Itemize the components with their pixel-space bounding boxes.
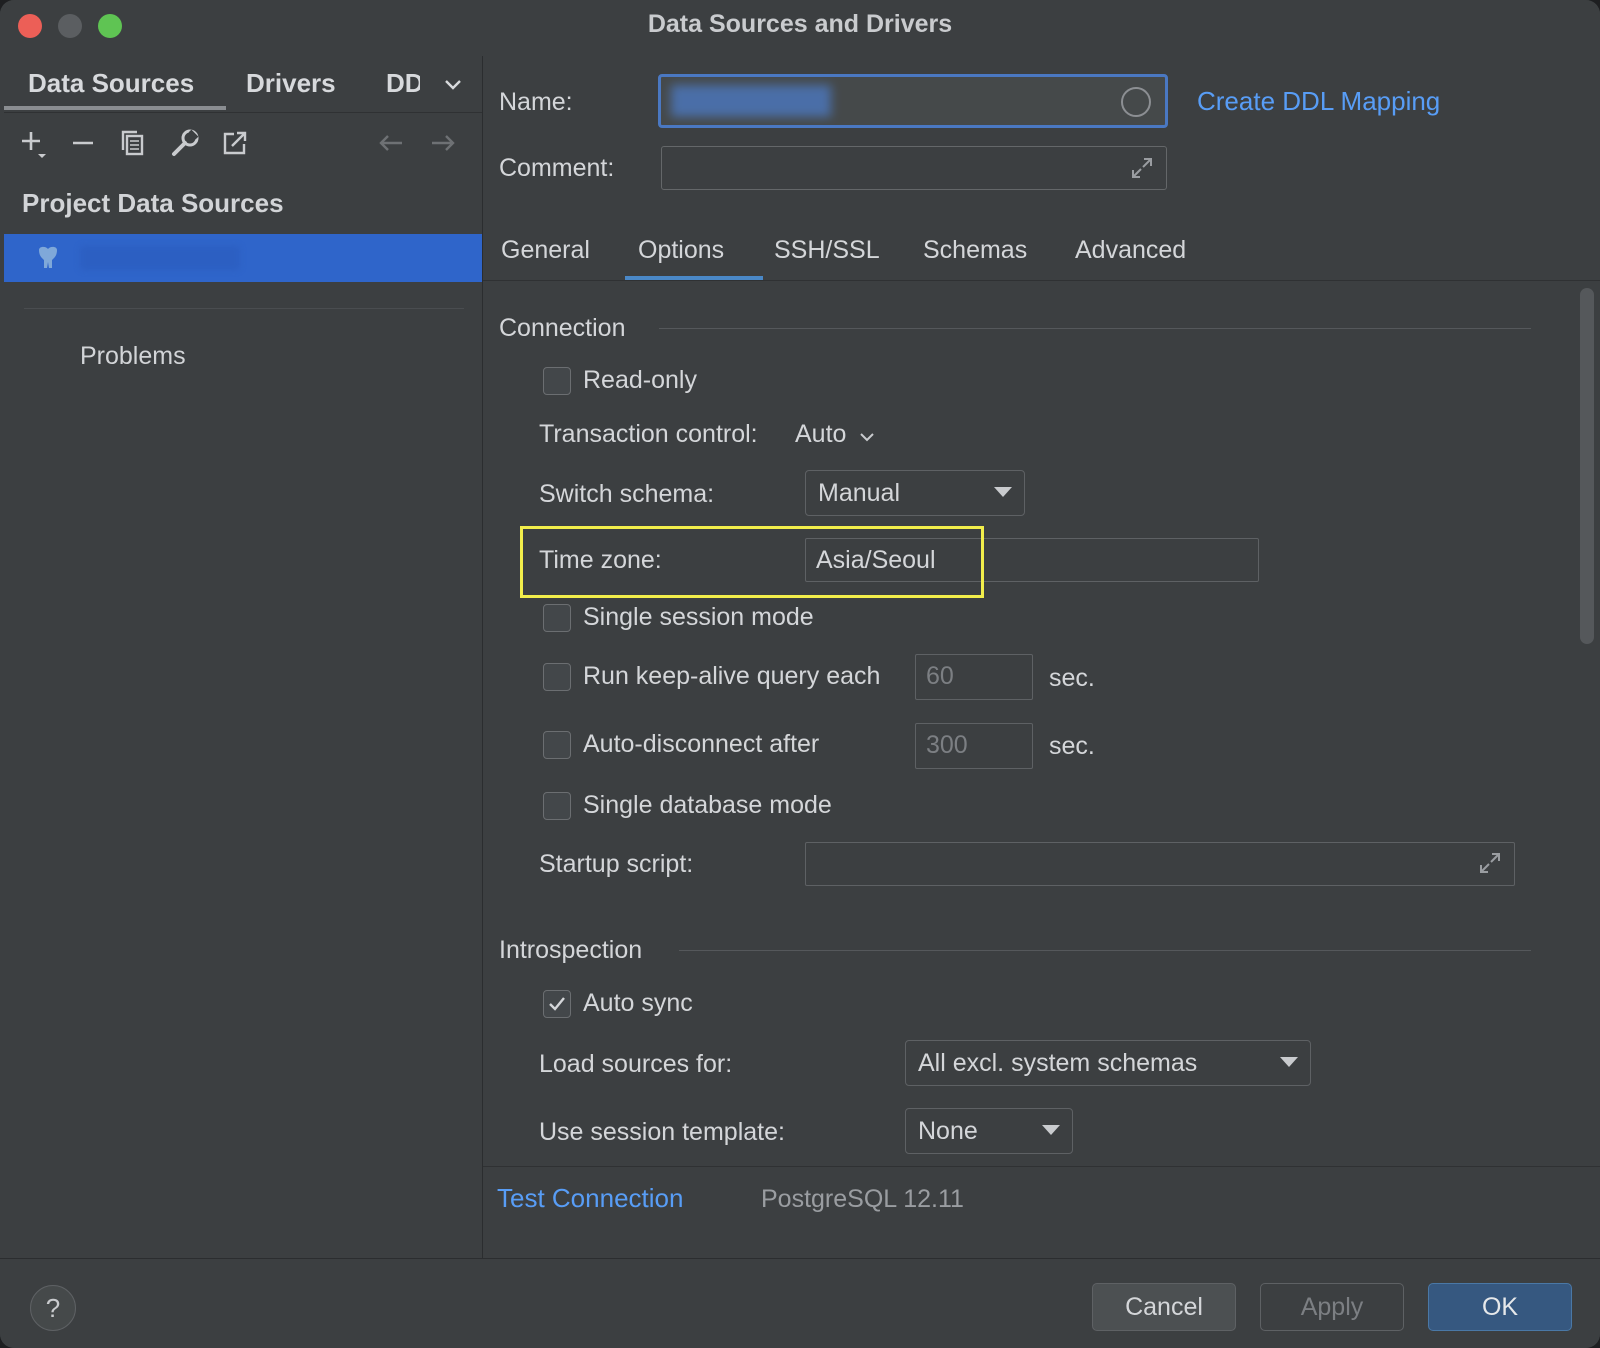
help-button[interactable]: ? [30, 1285, 76, 1331]
project-data-sources-heading: Project Data Sources [22, 188, 284, 218]
data-source-item-selected[interactable] [4, 234, 482, 282]
jump-to-source-icon[interactable] [220, 128, 250, 158]
tab-ssh-ssl[interactable]: SSH/SSL [774, 236, 880, 265]
auto-disconnect-field[interactable]: 300 [915, 723, 1033, 769]
keep-alive-interval-field[interactable]: 60 [915, 654, 1033, 700]
chevron-down-icon[interactable] [859, 430, 875, 444]
tab-schemas[interactable]: Schemas [923, 236, 1027, 265]
connection-divider [659, 328, 1531, 329]
keep-alive-checkbox[interactable] [543, 663, 571, 691]
dropdown-arrow-icon [1042, 1125, 1060, 1135]
auto-disconnect-unit: sec. [1049, 732, 1095, 760]
active-tab-underline [4, 106, 226, 110]
auto-sync-checkbox[interactable] [543, 990, 571, 1018]
transaction-control-label: Transaction control: [539, 420, 758, 448]
time-zone-highlight-box [520, 526, 984, 598]
introspection-section-title: Introspection [499, 936, 643, 964]
auto-disconnect-checkbox[interactable] [543, 731, 571, 759]
tab-ddl-truncated[interactable]: DD [386, 68, 420, 99]
wrench-icon[interactable] [170, 128, 200, 158]
connection-section-title: Connection [499, 314, 626, 342]
name-value-redacted [671, 85, 831, 117]
server-version-text: PostgreSQL 12.11 [761, 1185, 964, 1213]
single-database-checkbox[interactable] [543, 792, 571, 820]
startup-script-label: Startup script: [539, 850, 694, 878]
settings-tabs: General Options SSH/SSL Schemas Advanced [483, 222, 1600, 281]
dropdown-arrow-icon [994, 487, 1012, 497]
auto-disconnect-value: 300 [926, 731, 968, 759]
back-arrow-icon[interactable] [376, 128, 406, 158]
tab-data-sources[interactable]: Data Sources [28, 68, 194, 99]
session-template-select[interactable]: None [905, 1108, 1073, 1154]
single-session-label: Single session mode [583, 603, 814, 631]
expand-icon[interactable] [1478, 851, 1502, 875]
sidebar: Data Sources Drivers DD Project Data Sou… [4, 56, 483, 1258]
name-field[interactable] [658, 74, 1168, 128]
problems-item[interactable]: Problems [80, 342, 186, 371]
comment-label: Comment: [499, 154, 615, 182]
ok-button[interactable]: OK [1428, 1283, 1572, 1331]
status-bar: Test Connection PostgreSQL 12.11 [483, 1166, 1600, 1231]
remove-icon[interactable] [68, 128, 98, 158]
expand-icon[interactable] [1130, 156, 1154, 180]
dialog-button-bar: ? Cancel Apply OK [0, 1258, 1600, 1348]
add-icon[interactable] [18, 128, 48, 158]
keep-alive-unit: sec. [1049, 664, 1095, 692]
load-sources-select[interactable]: All excl. system schemas [905, 1040, 1311, 1086]
auto-disconnect-label: Auto-disconnect after [583, 730, 820, 758]
forward-arrow-icon[interactable] [428, 128, 458, 158]
session-template-label: Use session template: [539, 1118, 785, 1146]
switch-schema-label: Switch schema: [539, 480, 715, 508]
session-template-value: None [918, 1117, 978, 1145]
data-source-name-redacted [80, 246, 240, 270]
checkmark-icon [549, 997, 565, 1011]
sidebar-tabs: Data Sources Drivers DD [4, 56, 482, 113]
chevron-down-icon[interactable] [444, 76, 462, 94]
color-circle-icon[interactable] [1121, 87, 1151, 117]
transaction-control-value[interactable]: Auto [795, 420, 846, 449]
tab-general[interactable]: General [501, 236, 590, 265]
sidebar-toolbar [4, 116, 482, 172]
load-sources-label: Load sources for: [539, 1050, 733, 1078]
window-title: Data Sources and Drivers [647, 10, 953, 38]
sidebar-divider [24, 308, 464, 309]
read-only-checkbox[interactable] [543, 367, 571, 395]
copy-icon[interactable] [118, 128, 148, 158]
dialog-window: Data Sources and Drivers Data Sources Dr… [0, 0, 1600, 1348]
dropdown-arrow-icon [1280, 1057, 1298, 1067]
vertical-scrollbar[interactable] [1580, 288, 1594, 644]
keep-alive-label: Run keep-alive query each [583, 662, 881, 690]
title-bar: Data Sources and Drivers [0, 0, 1600, 54]
tab-options[interactable]: Options [638, 236, 724, 265]
single-database-label: Single database mode [583, 791, 832, 819]
cancel-button[interactable]: Cancel [1092, 1283, 1236, 1331]
apply-button[interactable]: Apply [1260, 1283, 1404, 1331]
switch-schema-select[interactable]: Manual [805, 470, 1025, 516]
comment-field[interactable] [661, 146, 1167, 190]
tab-advanced[interactable]: Advanced [1075, 236, 1186, 265]
active-tab-underline [625, 276, 763, 280]
keep-alive-interval-value: 60 [926, 662, 954, 690]
read-only-label: Read-only [583, 366, 697, 394]
auto-sync-label: Auto sync [583, 989, 693, 1017]
startup-script-field[interactable] [805, 842, 1515, 886]
main-pane: Name: Create DDL Mapping Comment: Genera… [483, 56, 1600, 1258]
test-connection-link[interactable]: Test Connection [497, 1183, 683, 1214]
introspection-divider [679, 950, 1531, 951]
single-session-checkbox[interactable] [543, 604, 571, 632]
postgresql-icon [39, 246, 57, 268]
name-label: Name: [499, 88, 573, 116]
load-sources-value: All excl. system schemas [918, 1049, 1198, 1077]
tab-drivers[interactable]: Drivers [246, 68, 336, 99]
create-ddl-mapping-link[interactable]: Create DDL Mapping [1197, 86, 1440, 117]
switch-schema-value: Manual [818, 479, 900, 507]
options-content: Connection Read-only Transaction control… [483, 282, 1600, 1218]
